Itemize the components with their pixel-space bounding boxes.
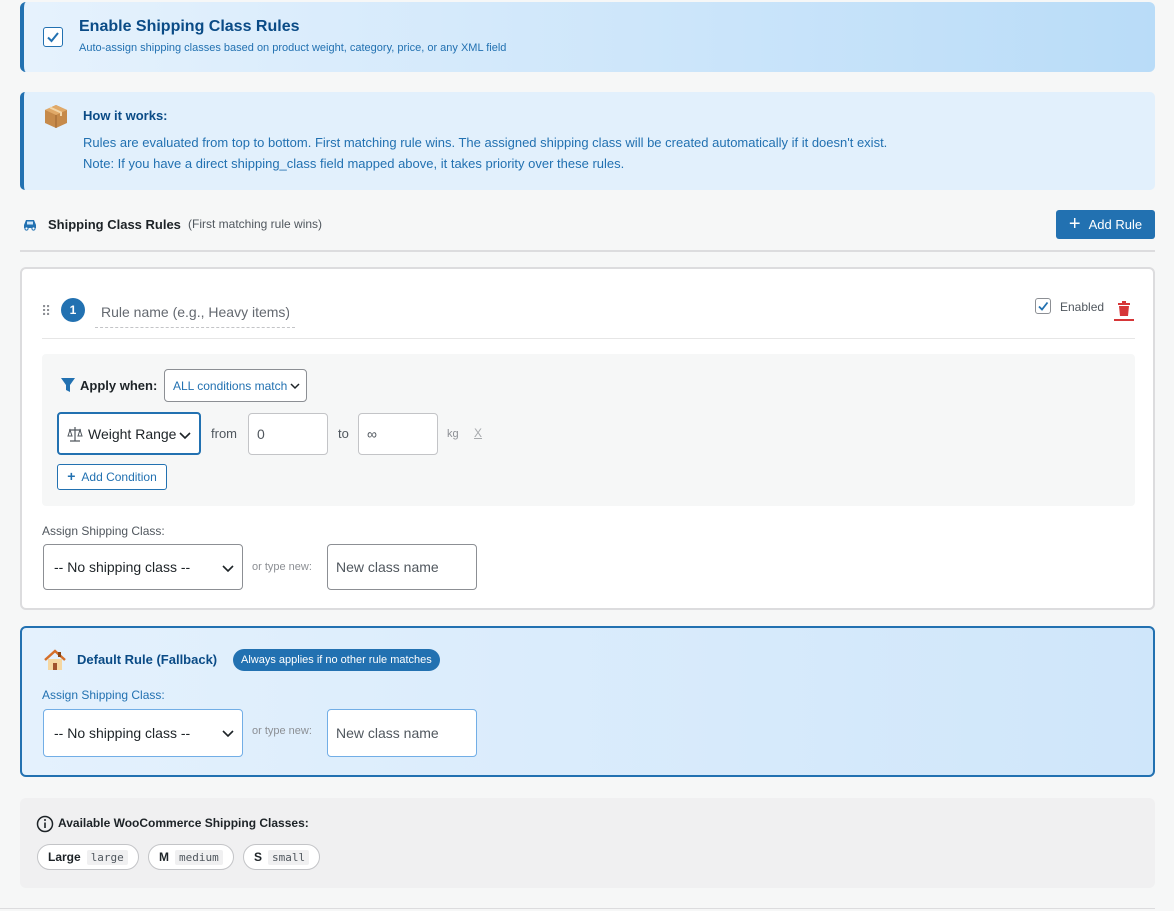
default-or-type-new-label: or type new: [252, 725, 312, 737]
add-condition-button[interactable]: + Add Condition [57, 464, 167, 490]
default-rule-box: Default Rule (Fallback) Always applies i… [20, 626, 1155, 777]
rule-card: ⠿ 1 Enabled Apply when: ALL conditions m… [20, 267, 1155, 610]
default-shipping-class-value: -- No shipping class -- [54, 725, 191, 741]
chip-name: Large [48, 850, 81, 864]
section-divider [20, 250, 1155, 252]
enable-subtitle: Auto-assign shipping classes based on pr… [79, 42, 507, 54]
chevron-down-icon [290, 383, 300, 390]
match-mode-value: ALL conditions match [173, 378, 288, 393]
scale-icon [67, 426, 83, 442]
rule-number-badge: 1 [61, 298, 85, 322]
add-rule-button[interactable]: + Add Rule [1056, 210, 1155, 239]
how-it-works-box: How it works: Rules are evaluated from t… [20, 92, 1155, 190]
available-classes-title: Available WooCommerce Shipping Classes: [58, 816, 309, 830]
chevron-down-icon [222, 730, 234, 738]
rule-name-input[interactable] [95, 296, 295, 328]
chevron-down-icon [222, 565, 234, 573]
conditions-box: Apply when: ALL conditions match Weight … [42, 354, 1135, 506]
remove-condition-button[interactable]: X [474, 426, 482, 440]
rule-enabled-checkbox[interactable] [1035, 298, 1051, 314]
or-type-new-label: or type new: [252, 561, 312, 573]
plus-icon: + [1068, 212, 1081, 235]
info-icon [36, 815, 54, 833]
chevron-down-icon [179, 432, 191, 440]
filter-icon [61, 378, 75, 392]
how-it-works-line-2: Note: If you have a direct shipping_clas… [83, 156, 625, 171]
shipping-class-chip: S small [243, 844, 321, 870]
condition-type-value: Weight Range [88, 425, 177, 442]
rules-section-title: Shipping Class Rules [48, 217, 181, 232]
check-icon [1038, 301, 1049, 311]
unit-label: kg [447, 428, 459, 440]
truck-icon [24, 220, 36, 231]
enable-title: Enable Shipping Class Rules [79, 18, 300, 35]
chip-name: M [159, 850, 169, 864]
check-icon [47, 32, 59, 43]
trash-icon[interactable] [1114, 299, 1134, 321]
house-icon [44, 649, 66, 670]
default-rule-title: Default Rule (Fallback) [77, 652, 218, 667]
how-it-works-line-1: Rules are evaluated from top to bottom. … [83, 135, 888, 150]
to-label: to [338, 426, 349, 441]
plus-icon: + [67, 467, 76, 484]
how-it-works-title: How it works: [83, 108, 168, 123]
available-classes-box: Available WooCommerce Shipping Classes: … [20, 798, 1155, 888]
enable-banner: Enable Shipping Class Rules Auto-assign … [20, 2, 1155, 72]
add-condition-label: Add Condition [81, 470, 157, 484]
match-mode-select[interactable]: ALL conditions match [164, 369, 307, 402]
drag-handle-icon[interactable]: ⠿ [41, 303, 51, 320]
add-rule-label: Add Rule [1088, 217, 1143, 232]
chip-slug: large [86, 849, 128, 865]
rule-enabled-label: Enabled [1060, 300, 1105, 314]
from-label: from [211, 426, 237, 441]
shipping-class-chip: Large large [37, 844, 139, 870]
package-icon [45, 105, 67, 128]
condition-type-select[interactable]: Weight Range [57, 412, 201, 455]
rules-section-hint: (First matching rule wins) [188, 217, 323, 231]
card-divider [42, 338, 1135, 339]
assign-class-label: Assign Shipping Class: [42, 524, 165, 538]
new-class-input[interactable] [327, 544, 477, 590]
default-new-class-input[interactable] [327, 709, 477, 757]
default-shipping-class-select[interactable]: -- No shipping class -- [43, 709, 243, 757]
bottom-divider [0, 908, 1155, 909]
chip-slug: small [268, 849, 310, 865]
enable-rules-checkbox[interactable] [43, 27, 63, 47]
weight-from-input[interactable]: 0 [248, 413, 328, 455]
shipping-class-select[interactable]: -- No shipping class -- [43, 544, 243, 590]
shipping-class-value: -- No shipping class -- [54, 559, 191, 575]
default-rule-badge: Always applies if no other rule matches [233, 649, 440, 671]
apply-when-label: Apply when: [80, 378, 158, 393]
shipping-class-chip: M medium [148, 844, 234, 870]
weight-to-input[interactable]: ∞ [358, 413, 438, 455]
chip-name: S [254, 850, 263, 864]
default-assign-label: Assign Shipping Class: [42, 688, 165, 702]
chip-slug: medium [175, 849, 223, 865]
